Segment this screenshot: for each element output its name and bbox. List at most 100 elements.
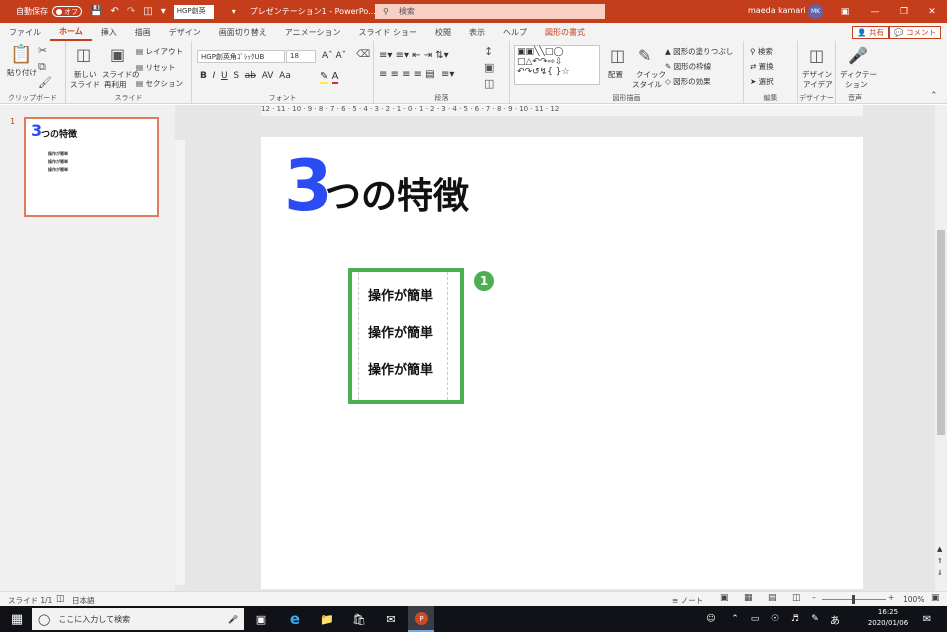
store-icon[interactable]: 🛍 [350, 610, 368, 628]
quick-style-icon[interactable]: ✎ [638, 46, 651, 65]
qat-more-icon[interactable]: ▾ [232, 7, 236, 16]
clear-format-icon[interactable]: ⌫ [356, 49, 370, 60]
arrange-icon[interactable]: ◫ [610, 46, 625, 65]
shapes-gallery-icons[interactable]: ▣▣╲╲□◯ □△↶↷⇨⇩ ↶↷↺↯{ }☆ [517, 47, 570, 77]
font-style-buttons-icon[interactable]: B I U S ab AV Aa [200, 71, 291, 81]
normal-view-icon[interactable]: ▣ [720, 593, 729, 603]
qat-font-box[interactable]: HGP創英 [173, 4, 214, 19]
scroll-up-icon[interactable]: ▲ [937, 545, 942, 553]
reading-view-icon[interactable]: ▤ [768, 593, 777, 603]
paste-button[interactable]: 貼り付け [7, 67, 37, 78]
find-button[interactable]: ⚲ 検索 [750, 46, 773, 57]
shapes-gallery[interactable]: ▣▣╲╲□◯ □△↶↷⇨⇩ ↶↷↺↯{ }☆ [514, 45, 600, 85]
paste-icon[interactable]: 📋 [10, 44, 32, 65]
tab-home[interactable]: ホーム [50, 23, 92, 41]
slideshow-view-icon[interactable]: ◫ [792, 593, 801, 603]
bullets-icon[interactable]: ≡▾ ≡▾ ⇤ ⇥ ⇅▾ [379, 50, 449, 61]
save-icon[interactable]: 💾 [90, 6, 102, 17]
shape-effects-button[interactable]: ◇ 図形の効果 [665, 76, 711, 87]
shape-outline-button[interactable]: ✎ 図形の枠線 [665, 61, 711, 72]
start-slideshow-icon[interactable]: ◫ [143, 6, 152, 17]
pen-icon[interactable]: ✎ [806, 610, 824, 628]
tab-design[interactable]: デザイン [160, 23, 210, 41]
tab-animations[interactable]: アニメーション [276, 23, 350, 41]
align-icons[interactable]: ≡ ≡ ≡ ≡ ▤ ≡▾ [379, 69, 454, 80]
feature-item[interactable]: 操作が簡単 [368, 364, 433, 377]
arrange-button[interactable]: 配置 [608, 69, 623, 80]
slide-title[interactable]: つの特徴 [325, 179, 469, 215]
network-icon[interactable]: ☉ [766, 610, 784, 628]
search-box[interactable]: ⚲ 検索 [375, 4, 605, 19]
file-explorer-icon[interactable]: 📁 [318, 610, 336, 628]
autosave-toggle[interactable]: オフ [52, 6, 82, 17]
notification-icon[interactable]: ✉ [918, 610, 936, 628]
microphone-icon[interactable]: 🎤 [228, 615, 238, 624]
dictate-button-line2[interactable]: ション [845, 79, 868, 90]
clock-time[interactable]: 16:25 [866, 608, 910, 616]
user-name[interactable]: maeda kamari [748, 6, 806, 15]
align-text-icon[interactable]: ▣ [484, 61, 494, 74]
font-color-icon[interactable]: ✎ A [320, 71, 339, 84]
tab-review[interactable]: 校閲 [426, 23, 460, 41]
new-slide-button-line2[interactable]: スライド [70, 79, 100, 90]
format-painter-icon[interactable]: 🖌 [38, 76, 52, 89]
powerpoint-taskbar-button[interactable]: P [408, 606, 434, 632]
zoom-slider-thumb[interactable] [852, 595, 855, 604]
redo-icon[interactable]: ↷ [127, 6, 135, 17]
font-name-combo[interactable]: HGP創英角ｺﾞｼｯｸUB [197, 50, 285, 63]
feature-item[interactable]: 操作が簡単 [368, 327, 433, 340]
microphone-icon[interactable]: 🎤 [848, 46, 868, 65]
ribbon-display-icon[interactable]: ▣ [830, 0, 860, 23]
undo-icon[interactable]: ↶ [110, 6, 118, 17]
share-button[interactable]: 👤 共有 [852, 26, 889, 39]
collapse-ribbon-icon[interactable]: ⌃ [930, 91, 938, 101]
ime-indicator[interactable]: あ [826, 610, 844, 628]
quick-style-button-line2[interactable]: スタイル [632, 79, 662, 90]
slide-thumbnail[interactable]: 3 つの特徴 操作が簡単 操作が簡単 操作が簡単 [24, 117, 159, 217]
people-icon[interactable]: ☺ [702, 610, 720, 628]
mail-icon[interactable]: ✉ [382, 610, 400, 628]
smartart-icon[interactable]: ◫ [484, 77, 494, 90]
language-indicator[interactable]: 日本語 [72, 595, 95, 606]
volume-icon[interactable]: ♬ [786, 610, 804, 628]
replace-button[interactable]: ⇄ 置換 [750, 61, 774, 72]
minimize-icon[interactable]: — [860, 0, 890, 23]
windows-start-icon[interactable]: ▦ [8, 610, 26, 628]
show-hidden-icons[interactable]: ⌃ [726, 610, 744, 628]
tab-draw[interactable]: 描画 [126, 23, 160, 41]
tab-file[interactable]: ファイル [0, 23, 50, 41]
avatar[interactable]: MK [808, 4, 823, 19]
section-button[interactable]: ▤ セクション [136, 78, 183, 89]
vertical-scrollbar[interactable]: ▲ ⇑ ⇓ [935, 105, 947, 591]
next-slide-icon[interactable]: ⇓ [937, 569, 943, 577]
copy-icon[interactable]: ⧉ [38, 60, 46, 74]
feature-item[interactable]: 操作が簡単 [368, 290, 433, 303]
reuse-slides-button-line2[interactable]: 再利用 [104, 79, 127, 90]
reset-button[interactable]: ▤ リセット [136, 62, 175, 73]
font-size-combo[interactable]: 18 [286, 50, 316, 63]
layout-button[interactable]: ▤ レイアウト [136, 46, 183, 57]
select-button[interactable]: ➤ 選択 [750, 76, 774, 87]
zoom-out-icon[interactable]: – [812, 593, 816, 602]
tab-transitions[interactable]: 画面切り替え [210, 23, 276, 41]
design-ideas-button-line2[interactable]: アイデア [803, 79, 833, 90]
grow-font-icon[interactable]: Aˆ Aˇ [322, 51, 346, 61]
slide-sorter-icon[interactable]: ▦ [744, 593, 753, 603]
zoom-in-icon[interactable]: + [888, 593, 894, 602]
cut-icon[interactable]: ✂ [38, 44, 47, 57]
task-view-icon[interactable]: ▣ [252, 610, 270, 628]
battery-icon[interactable]: ▭ [746, 610, 764, 628]
tab-slideshow[interactable]: スライド ショー [349, 23, 426, 41]
clock-date[interactable]: 2020/01/06 [866, 619, 910, 627]
tab-help[interactable]: ヘルプ [494, 23, 536, 41]
reuse-slides-icon[interactable]: ▣ [110, 45, 125, 64]
design-ideas-icon[interactable]: ◫ [809, 46, 824, 65]
comment-button[interactable]: 💬 コメント [889, 26, 941, 39]
restore-icon[interactable]: ❐ [889, 0, 919, 23]
customize-qat-icon[interactable]: ▾ [161, 6, 166, 17]
tab-insert[interactable]: 挿入 [92, 23, 126, 41]
notes-button[interactable]: ≡ ノート [672, 595, 703, 606]
tab-view[interactable]: 表示 [460, 23, 494, 41]
fit-slide-icon[interactable]: ▣ [931, 593, 940, 603]
slide[interactable]: 3 つの特徴 操作が簡単 操作が簡単 操作が簡単 1 [261, 137, 863, 589]
